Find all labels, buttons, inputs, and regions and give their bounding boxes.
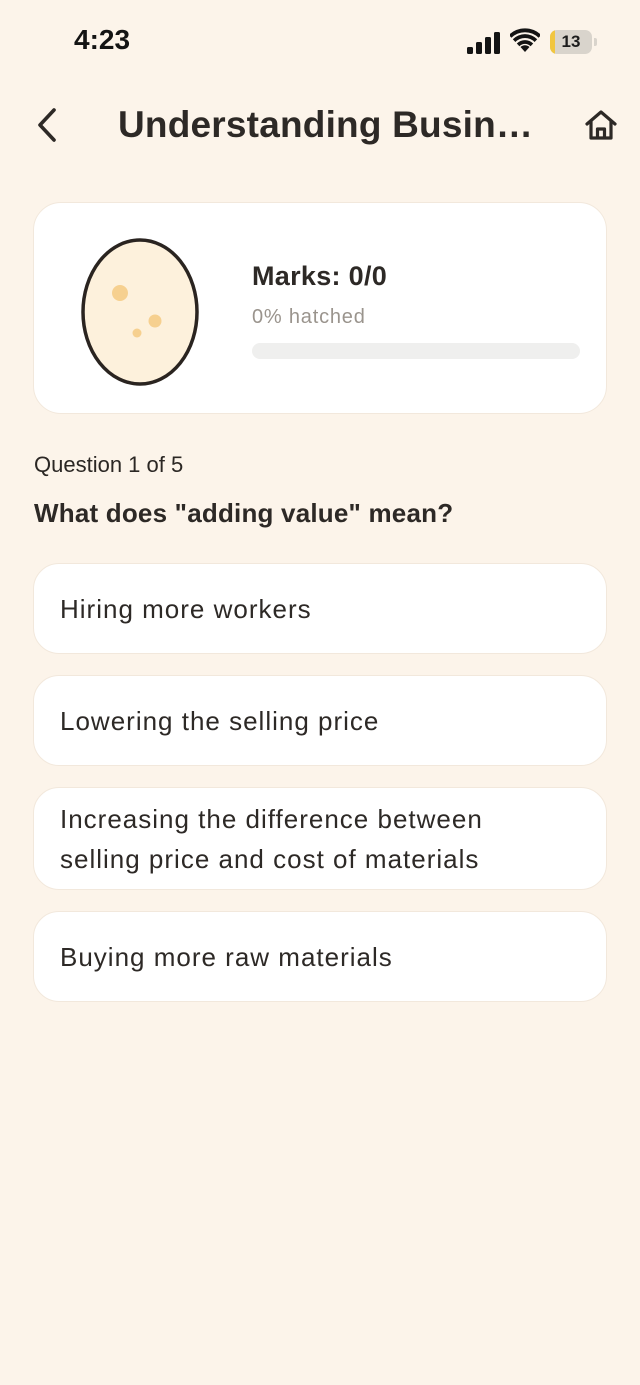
answer-option-label: Increasing the difference between sellin… (60, 803, 483, 874)
hatch-progress-bar (252, 343, 580, 359)
page-title: Understanding Busin… (118, 104, 532, 145)
status-bar: 4:23 13 (0, 0, 640, 86)
egg-icon (81, 238, 199, 386)
home-icon (585, 110, 617, 140)
answer-option-label: Buying more raw materials (60, 941, 393, 972)
answer-option-label: Hiring more workers (60, 593, 312, 624)
home-button[interactable] (578, 102, 624, 148)
battery-level: 13 (561, 32, 581, 51)
hatched-percentage: 0% hatched (252, 306, 366, 328)
answer-option[interactable]: Hiring more workers (33, 563, 607, 654)
back-button[interactable] (24, 102, 70, 148)
answer-option-label: Lowering the selling price (60, 705, 380, 736)
progress-card: Marks: 0/0 0% hatched (33, 202, 607, 414)
cellular-signal-icon (467, 32, 500, 54)
marks-score: Marks: 0/0 (252, 261, 388, 291)
battery-icon: 13 (550, 30, 598, 54)
wifi-icon (510, 28, 540, 52)
answer-option[interactable]: Lowering the selling price (33, 675, 607, 766)
question-counter: Question 1 of 5 (34, 452, 184, 477)
question-text: What does "adding value" mean? (34, 498, 454, 528)
header: Understanding Busin… (0, 90, 640, 160)
status-time: 4:23 (74, 24, 131, 55)
answer-option[interactable]: Increasing the difference between sellin… (33, 787, 607, 890)
answer-option[interactable]: Buying more raw materials (33, 911, 607, 1002)
chevron-left-icon (38, 108, 56, 142)
